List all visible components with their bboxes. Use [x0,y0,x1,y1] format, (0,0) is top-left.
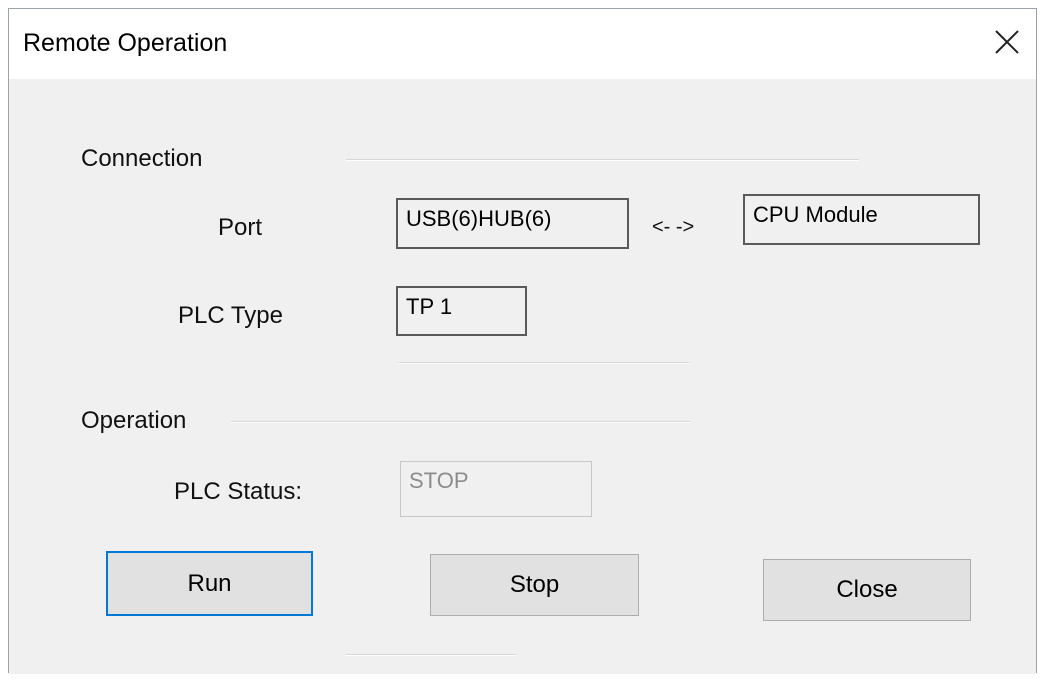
plc-status-field: STOP [400,461,592,517]
plc-status-label: PLC Status: [174,478,303,505]
connection-separator [346,159,859,161]
target-field: CPU Module [743,194,980,245]
run-button[interactable]: Run [106,551,313,616]
operation-heading: Operation [81,407,187,434]
close-icon[interactable] [990,25,1024,59]
plc-type-label: PLC Type [178,302,283,329]
close-button[interactable]: Close [763,559,971,621]
link-arrow: <- -> [652,216,695,238]
footer-separator [346,654,516,656]
plc-type-field: TP 1 [396,286,527,336]
operation-separator [231,421,691,423]
dialog-body: Connection Port USB(6)HUB(6) <- -> CPU M… [9,79,1036,674]
stop-button[interactable]: Stop [430,554,639,616]
remote-operation-dialog: Remote Operation Connection Port USB(6)H… [8,8,1037,674]
connection-heading: Connection [81,145,203,172]
dialog-title: Remote Operation [23,29,228,57]
port-label: Port [218,214,263,241]
port-field: USB(6)HUB(6) [396,198,629,249]
title-bar: Remote Operation [9,9,1036,79]
plc-type-separator [399,362,689,364]
